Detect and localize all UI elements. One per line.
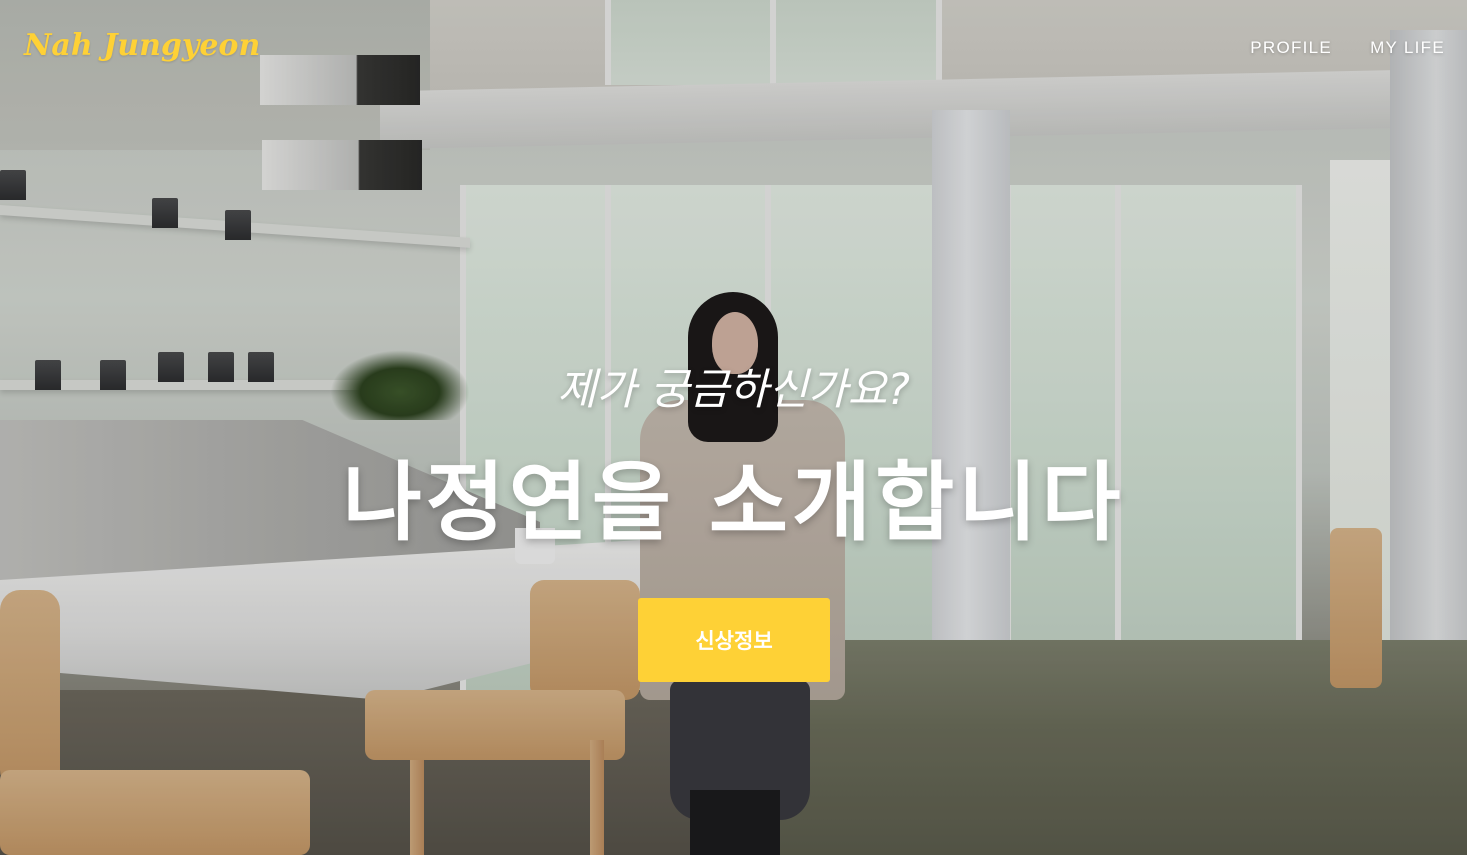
main-nav: PROFILE MY LIFE xyxy=(1250,38,1445,58)
nav-item-profile[interactable]: PROFILE xyxy=(1250,38,1332,58)
brand-logo-link[interactable]: Nah Jungyeon xyxy=(24,28,260,63)
hero-lead-text: 제가 궁금하신가요? xyxy=(557,365,910,415)
nav-item-my-life[interactable]: MY LIFE xyxy=(1370,38,1445,58)
hero-section: Nah Jungyeon PROFILE MY LIFE 제가 궁금하신가요? … xyxy=(0,0,1467,855)
hero-heading: 나정연을 소개합니다 xyxy=(342,453,1125,553)
profile-info-button[interactable]: 신상정보 xyxy=(638,598,830,682)
